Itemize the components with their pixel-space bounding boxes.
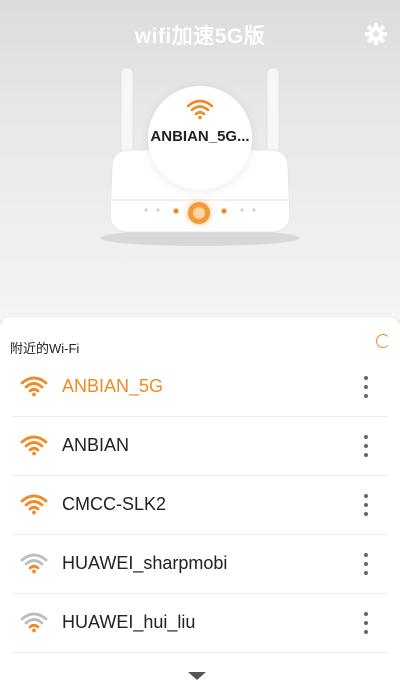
wifi-icon — [186, 99, 214, 120]
wifi-list-item[interactable]: ANBIAN_5G — [12, 358, 388, 417]
wifi-signal-icon — [20, 435, 48, 456]
wifi-name: ANBIAN_5G — [62, 376, 164, 396]
wifi-list-item[interactable]: HUAWEI_sharpmobi — [12, 535, 388, 594]
wifi-name: HUAWEI_hui_liu — [62, 612, 196, 632]
wifi-list-item[interactable]: HUAWEI_hui_liu — [12, 594, 388, 653]
wifi-list-item[interactable]: ANBIAN — [12, 417, 388, 476]
app-title: wifi加速5G版 — [134, 25, 266, 48]
wifi-signal-icon — [20, 376, 48, 397]
more-vertical-icon[interactable] — [358, 431, 374, 461]
wifi-signal-icon — [20, 494, 48, 515]
wifi-name: ANBIAN — [62, 435, 130, 455]
more-vertical-icon[interactable] — [358, 372, 374, 402]
wifi-name: HUAWEI_sharpmobi — [62, 553, 228, 573]
wifi-signal-icon — [20, 612, 48, 633]
refresh-icon[interactable] — [376, 334, 390, 348]
connected-ssid: ANBIAN_5G... — [150, 128, 250, 145]
chevron-down-icon[interactable] — [188, 672, 206, 680]
more-vertical-icon[interactable] — [358, 490, 374, 520]
more-vertical-icon[interactable] — [358, 608, 374, 638]
section-title: 附近的Wi-Fi — [10, 341, 80, 356]
wifi-signal-icon — [20, 553, 48, 574]
gear-icon[interactable] — [364, 22, 388, 46]
wifi-name: CMCC-SLK2 — [62, 494, 167, 514]
more-vertical-icon[interactable] — [358, 549, 374, 579]
header-area: wifi加速5G版 ANBIAN_5G... — [0, 0, 400, 320]
wifi-list-item[interactable]: CMCC-SLK2 — [12, 476, 388, 535]
router-led-icon — [188, 202, 210, 224]
